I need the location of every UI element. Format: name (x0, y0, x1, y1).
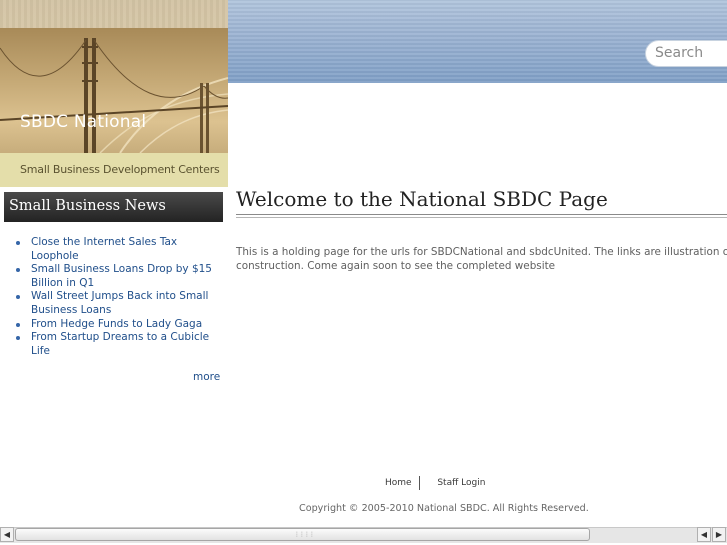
copyright-text: Copyright © 2005-2010 National SBDC. All… (299, 503, 589, 514)
intro-line: This is a holding page for the urls for … (236, 246, 727, 258)
footer-link-staff-login[interactable]: Staff Login (437, 478, 485, 488)
grip-icon: ⋮⋮⋮⋮ (294, 531, 315, 538)
news-item-line[interactable]: From Startup Dreams to a Cubicle (31, 331, 209, 343)
header-banner (0, 0, 228, 187)
title-divider (236, 214, 727, 215)
bullet-icon (16, 322, 20, 327)
bullet-icon (16, 241, 20, 245)
scroll-left-icon[interactable]: ◀ (0, 527, 14, 542)
news-item-line[interactable]: Loophole (31, 250, 79, 262)
search-input[interactable]: Search (645, 40, 727, 67)
site-tagline: Small Business Development Centers (20, 163, 220, 176)
banner-texture (0, 0, 228, 28)
intro-line: construction. Come again soon to see the… (236, 259, 556, 272)
footer-nav: Home Staff Login (385, 478, 485, 488)
scroll-right-icon[interactable]: ▶ (712, 527, 726, 542)
news-list: Close the Internet Sales Tax Loophole Sm… (16, 236, 221, 358)
bullet-icon (16, 295, 20, 300)
footer-separator (419, 476, 420, 490)
news-item-line[interactable]: Life (31, 345, 50, 357)
more-link[interactable]: more (193, 371, 220, 383)
news-item-line[interactable]: Billion in Q1 (31, 277, 94, 289)
bullet-icon (16, 336, 20, 341)
scroll-left-icon[interactable]: ◀ (697, 527, 711, 542)
news-item-line[interactable]: Wall Street Jumps Back into Small (31, 290, 208, 302)
page-title: Welcome to the National SBDC Page (236, 187, 608, 211)
news-item-line[interactable]: Small Business Loans Drop by $15 (31, 263, 212, 275)
news-item-line[interactable]: From Hedge Funds to Lady Gaga (31, 318, 202, 330)
sidebar-heading: Small Business News (9, 198, 166, 214)
intro-text: This is a holding page for the urls for … (236, 246, 727, 274)
title-divider (236, 217, 727, 218)
news-item-line[interactable]: Business Loans (31, 304, 111, 316)
news-item-line[interactable]: Close the Internet Sales Tax (31, 236, 177, 248)
news-item[interactable]: Small Business Loans Drop by $15 Billion… (16, 263, 221, 290)
site-title: SBDC National (20, 112, 147, 132)
news-item[interactable]: From Hedge Funds to Lady Gaga (16, 318, 221, 332)
news-item[interactable]: Wall Street Jumps Back into Small Busine… (16, 290, 221, 317)
footer-link-home[interactable]: Home (385, 478, 412, 488)
news-item[interactable]: From Startup Dreams to a Cubicle Life (16, 331, 221, 358)
bullet-icon (16, 268, 20, 273)
news-item[interactable]: Close the Internet Sales Tax Loophole (16, 236, 221, 263)
